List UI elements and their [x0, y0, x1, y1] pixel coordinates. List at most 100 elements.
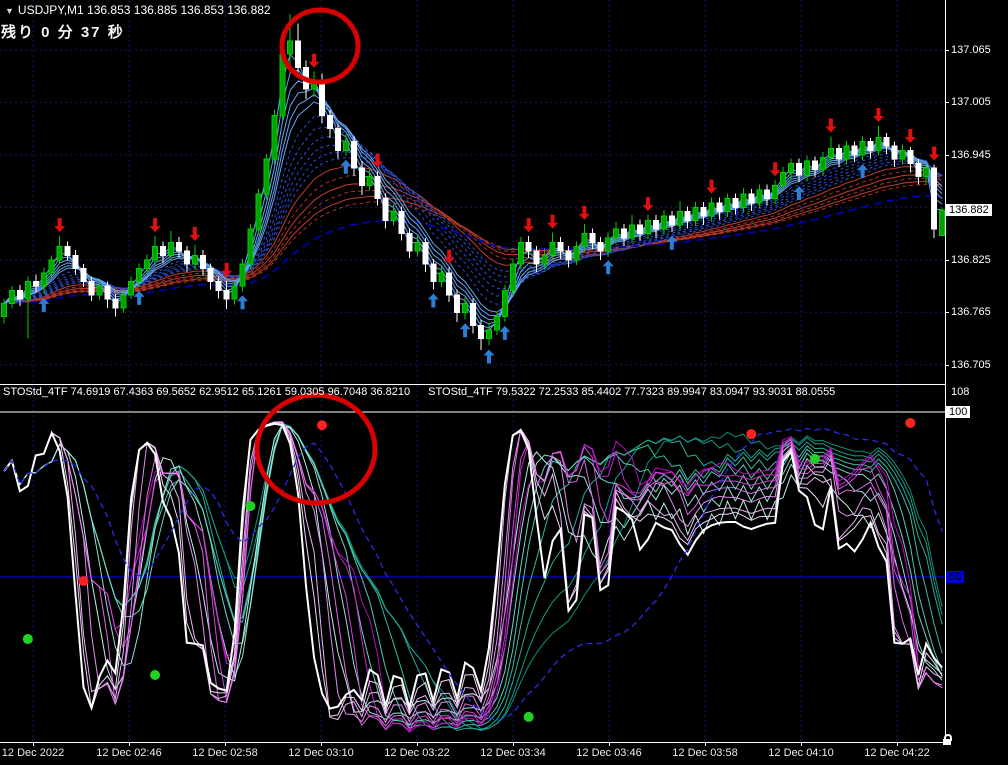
candle	[1, 303, 7, 318]
candle	[470, 303, 477, 326]
candle	[509, 263, 516, 291]
time-axis-tick	[321, 742, 322, 746]
candle	[684, 211, 691, 221]
candle	[128, 281, 135, 296]
candle	[621, 228, 628, 239]
candle	[613, 228, 620, 239]
candle	[796, 163, 802, 176]
price-axis-label: 137.065	[951, 43, 991, 56]
pane-separator[interactable]	[0, 384, 946, 385]
candle	[732, 198, 739, 208]
mt4-chart-window: ▼ USDJPY,M1 136.853 136.885 136.853 136.8…	[0, 0, 1008, 765]
price-axis-tick	[945, 312, 949, 313]
candle	[446, 272, 453, 296]
time-axis-tick	[33, 742, 34, 746]
padlock-icon	[943, 734, 952, 745]
chart-canvas[interactable]	[0, 0, 1008, 765]
stochastic-pane[interactable]	[0, 385, 945, 742]
time-axis-label: 12 Dec 03:22	[384, 747, 450, 759]
candle	[144, 259, 151, 270]
candle	[501, 289, 508, 318]
candle	[859, 141, 866, 156]
price-axis-tick	[945, 102, 949, 103]
candle	[780, 171, 787, 186]
buy-arrow-icon	[483, 349, 495, 364]
candle	[843, 145, 850, 160]
candle-countdown-timer: 残り 0 分 37 秒	[1, 24, 125, 41]
candle	[319, 79, 325, 116]
candle	[549, 241, 556, 256]
candle	[239, 263, 246, 287]
time-axis-tick	[801, 742, 802, 746]
candle	[589, 233, 596, 243]
candle	[96, 285, 103, 296]
sell-arrow-icon	[149, 218, 161, 233]
candle	[644, 219, 651, 235]
candle	[350, 141, 357, 169]
candle	[16, 289, 23, 300]
time-axis-label: 12 Dec 2022	[1, 747, 65, 759]
candle	[215, 281, 222, 291]
buy-arrow-icon	[499, 325, 511, 340]
candle	[438, 272, 445, 283]
candle	[493, 316, 500, 331]
time-axis-label: 12 Dec 04:10	[768, 747, 834, 759]
candle	[923, 167, 930, 178]
candle	[334, 128, 341, 151]
time-axis-label: 12 Dec 03:46	[576, 747, 642, 759]
candle	[56, 246, 63, 261]
time-axis-tick	[513, 742, 514, 746]
candle	[485, 329, 492, 340]
candle	[788, 163, 795, 173]
candle	[48, 259, 55, 274]
candle	[326, 114, 333, 130]
time-axis-border	[0, 742, 946, 743]
sell-arrow-icon	[928, 146, 940, 161]
chevron-down-icon[interactable]: ▼	[5, 6, 14, 16]
candle	[565, 250, 572, 261]
buy-arrow-icon	[459, 323, 471, 338]
candle	[152, 246, 159, 261]
sell-arrow-icon	[547, 214, 559, 229]
buy-signal-dot	[809, 453, 820, 464]
sell-arrow-icon	[769, 162, 781, 177]
candle	[581, 233, 588, 248]
candle	[223, 289, 230, 300]
time-axis-tick	[897, 742, 898, 746]
main-pane[interactable]	[0, 0, 945, 384]
candle	[88, 281, 95, 296]
buy-arrow-icon	[133, 290, 145, 305]
candle	[517, 241, 524, 265]
candle	[557, 241, 564, 252]
time-axis-tick	[417, 742, 418, 746]
candle	[533, 250, 540, 265]
candle	[875, 136, 882, 151]
candle	[64, 246, 71, 256]
candle	[931, 167, 938, 230]
indicator-value-row: STOStd_4TF 74.6919 67.4363 69.5652 62.95…	[3, 386, 945, 398]
candle	[899, 149, 906, 160]
candle	[605, 237, 612, 252]
buy-signal-dot	[245, 501, 256, 512]
price-axis-label: 136.705	[951, 358, 991, 371]
price-axis-tick	[945, 365, 949, 366]
candle	[700, 206, 707, 217]
candle	[724, 198, 731, 213]
candle	[573, 246, 580, 261]
candle	[692, 206, 699, 221]
candle	[541, 254, 548, 265]
candle	[915, 163, 922, 178]
candle	[740, 193, 747, 208]
candle	[414, 241, 421, 252]
sell-arrow-icon	[706, 179, 718, 194]
candle	[939, 209, 945, 236]
candle	[827, 148, 834, 158]
candle	[883, 136, 890, 147]
candle	[422, 241, 429, 265]
sell-arrow-icon	[189, 226, 201, 241]
sell-arrow-icon	[642, 197, 654, 212]
price-axis-border	[945, 0, 946, 742]
candle	[80, 268, 87, 283]
symbol-label: USDJPY,M1	[17, 3, 84, 17]
candle	[803, 160, 810, 176]
